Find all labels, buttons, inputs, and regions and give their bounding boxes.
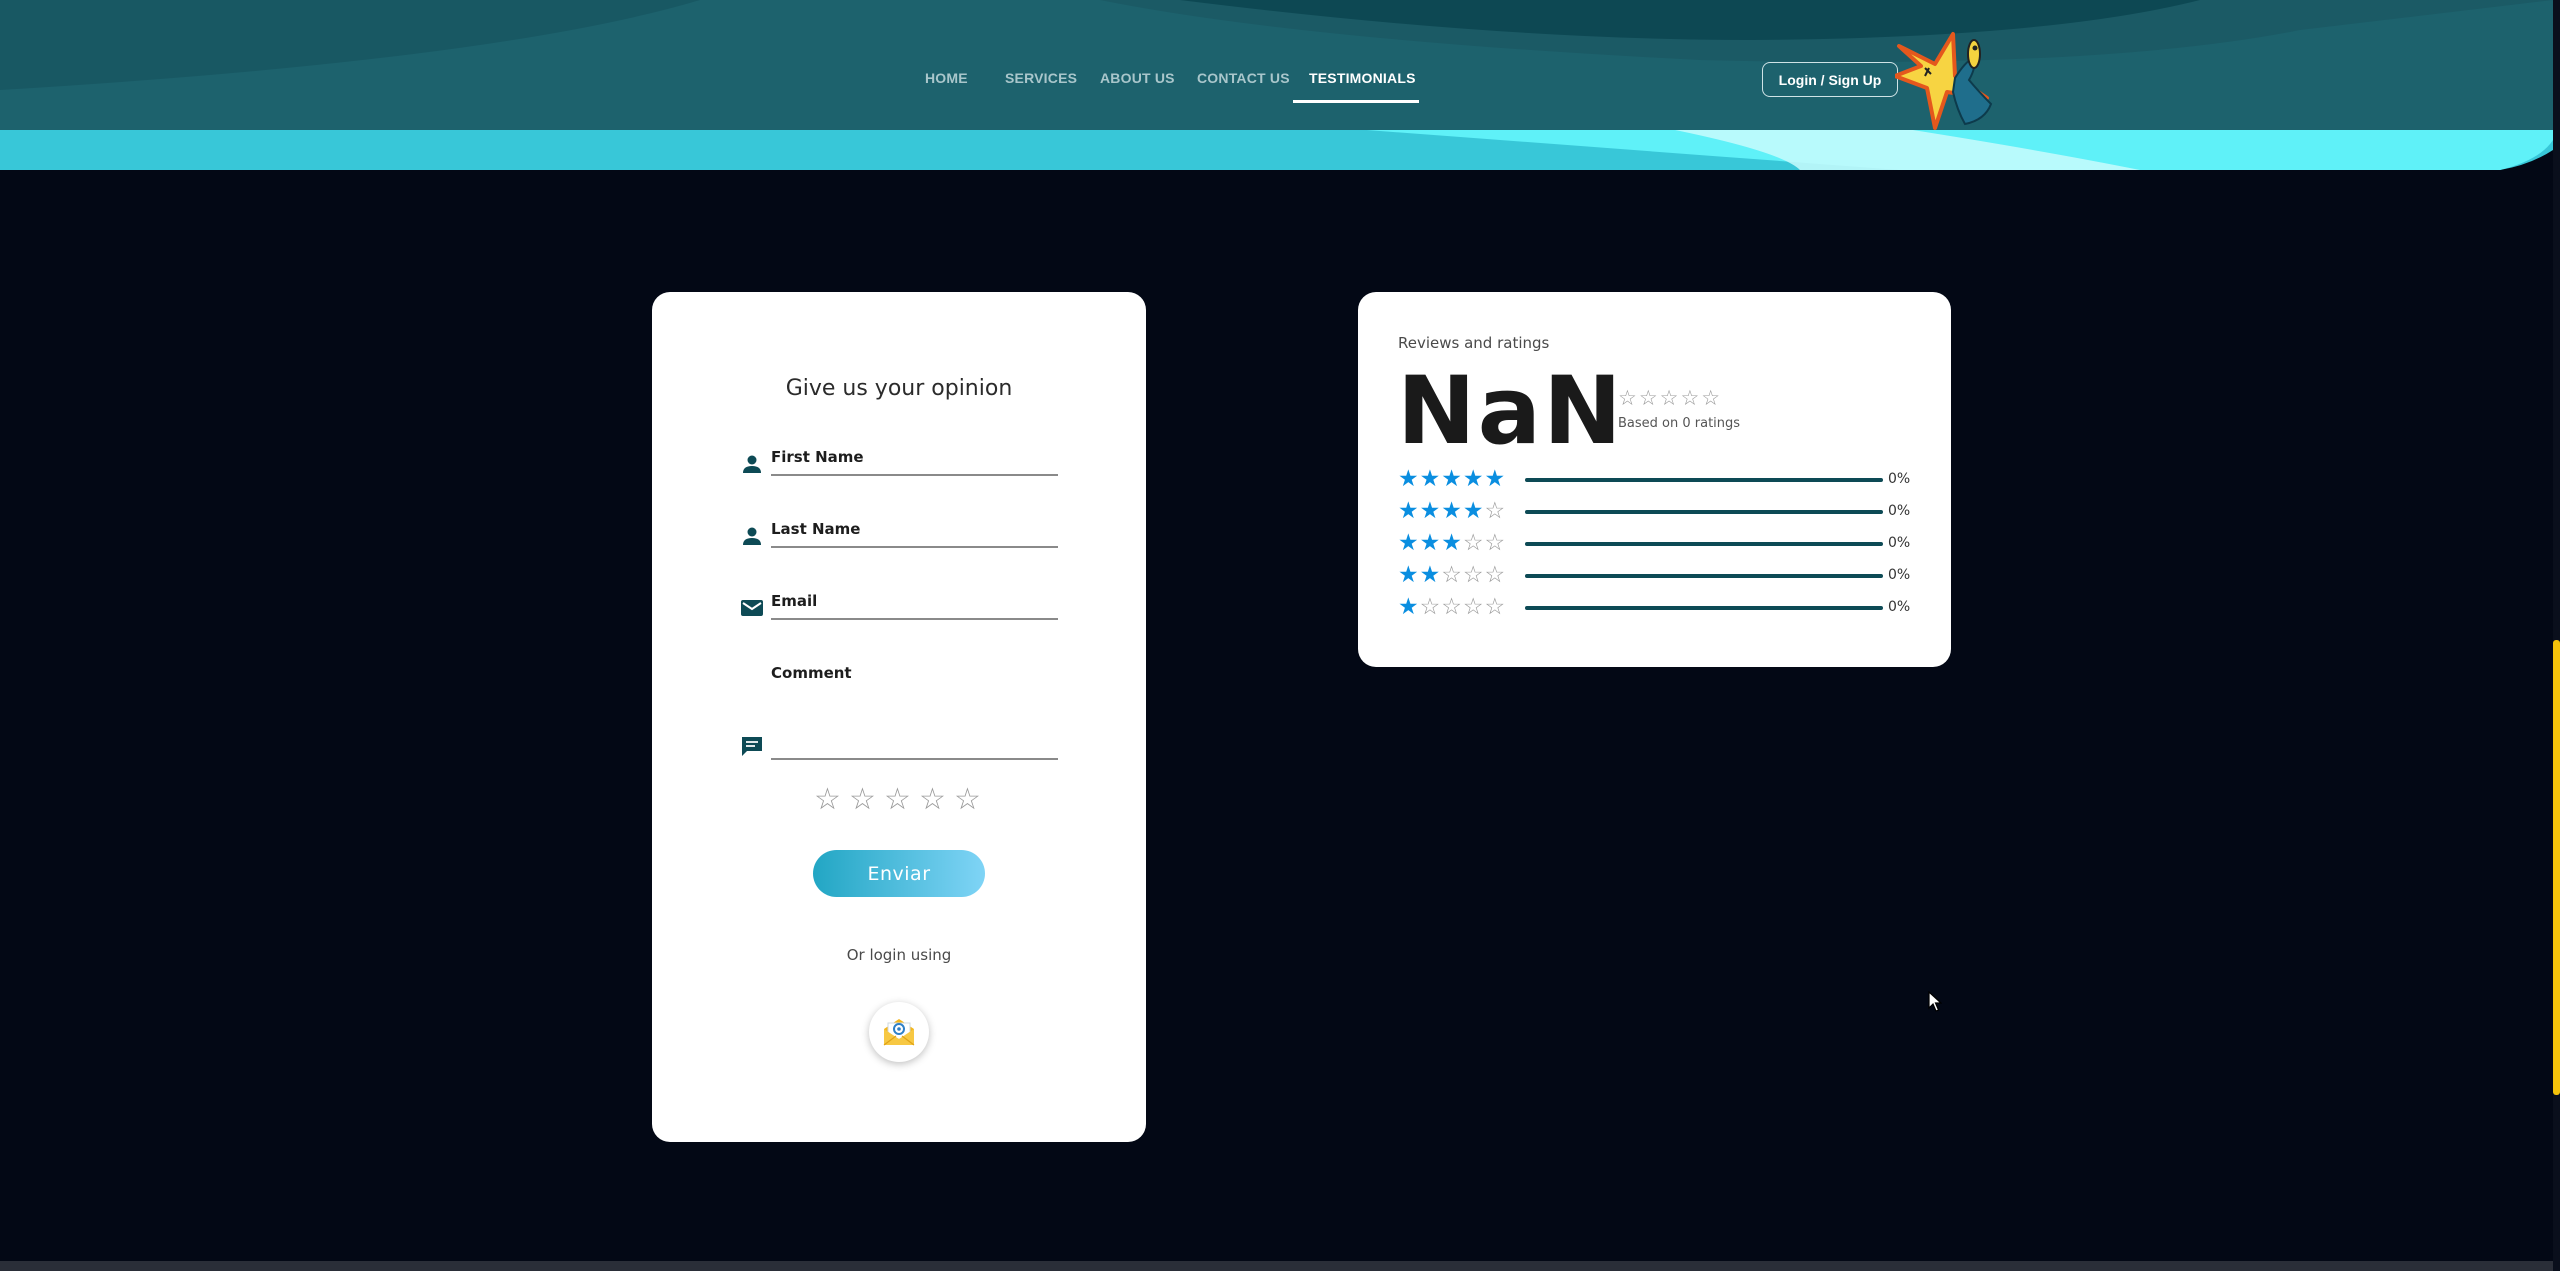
comment-icon: [742, 737, 762, 756]
nav-contact-us[interactable]: CONTACT US: [1197, 70, 1290, 86]
rating-star-1[interactable]: ☆: [814, 782, 844, 817]
rating-row-percent: 0%: [1888, 535, 1911, 551]
rating-row-2: ★★☆☆☆ 0%: [1398, 562, 1918, 588]
rating-star-5[interactable]: ☆: [954, 782, 984, 817]
site-header: HOME SERVICES ABOUT US CONTACT US TESTIM…: [0, 0, 2553, 172]
reviews-title: Reviews and ratings: [1398, 334, 1550, 352]
rating-row-bar: [1525, 510, 1883, 514]
rating-input: ☆ ☆ ☆ ☆ ☆: [652, 782, 1146, 817]
mouse-cursor-icon: [1928, 991, 1942, 1012]
opinion-form-title: Give us your opinion: [785, 376, 1013, 401]
rating-row-bar: [1525, 542, 1883, 546]
submit-button[interactable]: Enviar: [813, 850, 985, 897]
rating-row-stars: ★★★☆☆: [1398, 530, 1507, 556]
comment-label: Comment: [771, 664, 852, 682]
email-icon: [741, 600, 763, 616]
average-rating-value: NaN: [1397, 357, 1624, 466]
alt-login-text: Or login using: [846, 946, 952, 964]
rating-row-percent: 0%: [1888, 567, 1911, 583]
email-label: Email: [771, 592, 818, 610]
rating-row-1: ★☆☆☆☆ 0%: [1398, 594, 1918, 620]
rating-row-bar: [1525, 574, 1883, 578]
rating-row-stars: ★☆☆☆☆: [1398, 594, 1507, 620]
rating-row-3: ★★★☆☆ 0%: [1398, 530, 1918, 556]
reviews-card: Reviews and ratings NaN ☆☆☆☆☆ Based on 0…: [1358, 292, 1951, 667]
nav-about-us[interactable]: ABOUT US: [1100, 70, 1175, 86]
rating-row-percent: 0%: [1888, 503, 1911, 519]
opinion-form-card: Give us your opinion First Name Last Nam…: [652, 292, 1146, 1142]
rating-row-5: ★★★★★ 0%: [1398, 466, 1918, 492]
person-icon: [743, 455, 761, 473]
rating-row-4: ★★★★☆ 0%: [1398, 498, 1918, 524]
ratings-count: Based on 0 ratings: [1618, 416, 1741, 431]
average-rating-stars: ☆☆☆☆☆: [1618, 386, 1723, 410]
last-name-input[interactable]: [771, 546, 1058, 548]
rating-row-stars: ★★★★☆: [1398, 498, 1507, 524]
person-icon: [743, 527, 761, 545]
rating-row-stars: ★★☆☆☆: [1398, 562, 1507, 588]
rating-row-bar: [1525, 478, 1883, 482]
page-bottom-bar: [0, 1261, 2553, 1271]
nav-active-underline: [1293, 100, 1419, 103]
email-login-button[interactable]: [869, 1002, 929, 1062]
page-scrollbar-thumb[interactable]: [2553, 640, 2560, 1095]
rating-star-3[interactable]: ☆: [884, 782, 914, 817]
brand-logo[interactable]: [1895, 28, 2001, 132]
nav-testimonials[interactable]: TESTIMONIALS: [1309, 70, 1416, 86]
rating-row-percent: 0%: [1888, 471, 1911, 487]
nav-home[interactable]: HOME: [925, 70, 968, 86]
login-signup-button[interactable]: Login / Sign Up: [1762, 62, 1898, 97]
first-name-label: First Name: [771, 448, 864, 466]
first-name-input[interactable]: [771, 474, 1058, 476]
comment-textarea[interactable]: [771, 758, 1058, 760]
email-icon: [883, 1019, 915, 1046]
rating-star-2[interactable]: ☆: [849, 782, 879, 817]
email-input[interactable]: [771, 618, 1058, 620]
rating-row-bar: [1525, 606, 1883, 610]
rating-row-percent: 0%: [1888, 599, 1911, 615]
main-nav: HOME SERVICES ABOUT US CONTACT US TESTIM…: [0, 0, 2553, 130]
nav-services[interactable]: SERVICES: [1005, 70, 1077, 86]
rating-star-4[interactable]: ☆: [919, 782, 949, 817]
rating-row-stars: ★★★★★: [1398, 466, 1507, 492]
last-name-label: Last Name: [771, 520, 861, 538]
